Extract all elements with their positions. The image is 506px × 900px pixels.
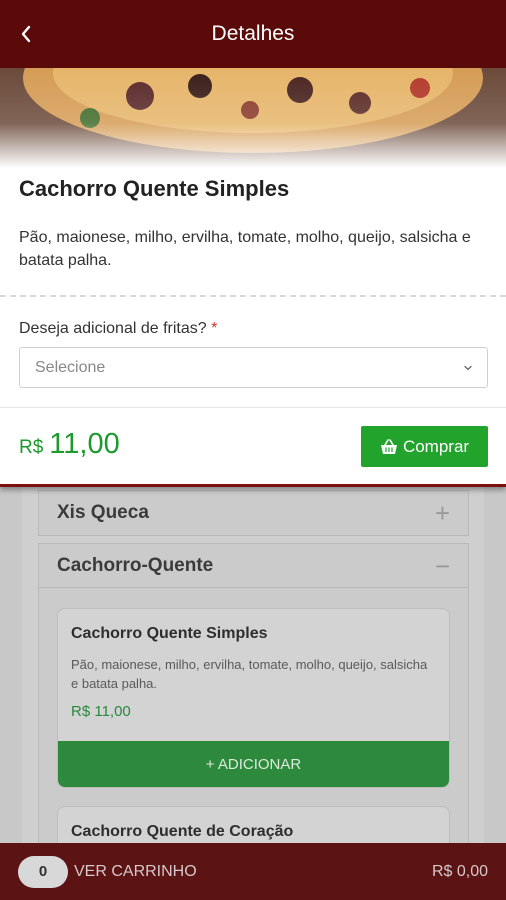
- product-title: Cachorro Quente Simples: [19, 176, 290, 201]
- cart-bar[interactable]: 0 VER CARRINHO R$ 0,00: [0, 843, 506, 900]
- option-label: Deseja adicional de fritas? *: [19, 320, 217, 338]
- chevron-left-icon[interactable]: [14, 20, 38, 48]
- expand-icon[interactable]: +: [435, 500, 450, 526]
- menu-item-description: Pão, maionese, milho, ervilha, tomate, m…: [71, 657, 428, 691]
- product-price: R$ 11,00: [19, 428, 120, 461]
- add-button[interactable]: + ADICIONAR: [58, 741, 449, 787]
- menu-item-title: Cachorro Quente de Coração: [71, 823, 294, 840]
- top-app-bar: Detalhes: [0, 0, 506, 68]
- menu-item-title: Cachorro Quente Simples: [71, 625, 268, 642]
- option-question: Deseja adicional de fritas?: [19, 320, 207, 337]
- category-title: Cachorro-Quente: [57, 554, 214, 576]
- cart-total: R$ 0,00: [431, 862, 488, 880]
- menu-item-card: Cachorro Quente Simples Pão, maionese, m…: [57, 608, 450, 788]
- basket-icon: [380, 438, 397, 454]
- fries-option-select[interactable]: Selecione: [19, 347, 488, 388]
- dashed-divider: [0, 295, 506, 297]
- product-detail-modal: Cachorro Quente Simples Pão, maionese, m…: [0, 68, 506, 487]
- menu-item-price: R$ 11,00: [71, 703, 131, 720]
- buy-button[interactable]: Comprar: [361, 426, 488, 467]
- collapse-icon[interactable]: −: [435, 553, 450, 579]
- buy-label: Comprar: [402, 436, 470, 456]
- price-value: 11,00: [49, 428, 120, 460]
- page-title: Detalhes: [211, 22, 295, 45]
- footer-divider: [0, 407, 506, 408]
- product-description: Pão, maionese, milho, ervilha, tomate, m…: [19, 229, 471, 269]
- category-xis-queca[interactable]: Xis Queca +: [38, 490, 469, 536]
- view-cart-link[interactable]: VER CARRINHO: [74, 863, 197, 881]
- select-placeholder: Selecione: [35, 358, 106, 376]
- chevron-down-icon: [464, 365, 472, 370]
- category-title: Xis Queca: [57, 502, 149, 523]
- cart-count-badge: 0: [18, 855, 68, 888]
- product-image: [0, 68, 506, 168]
- required-marker: *: [211, 320, 218, 337]
- price-currency: R$: [19, 437, 44, 458]
